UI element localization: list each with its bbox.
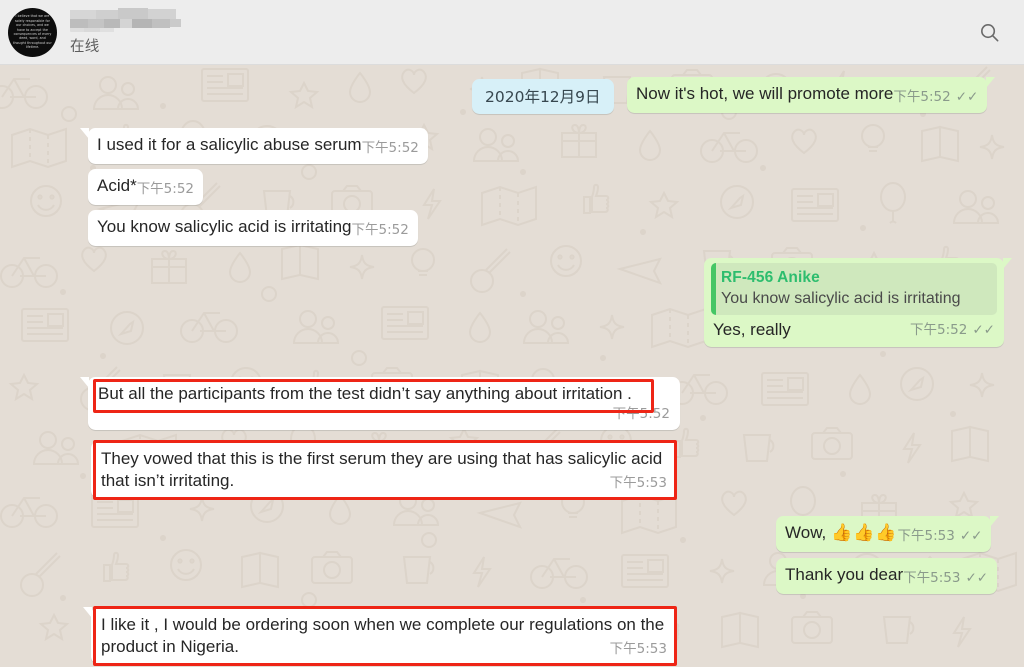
message-text: Thank you dear (785, 565, 904, 584)
message-text: Now it's hot, we will promote more (636, 84, 894, 103)
message-row[interactable]: They vowed that this is the first serum … (91, 441, 677, 498)
thumbs-up-emoji: 👍👍👍 (830, 523, 898, 543)
message-bubble-outgoing[interactable]: Wow, 👍👍👍 下午5:53 ✓✓ (776, 516, 1000, 552)
message-time: 下午5:53 (903, 570, 961, 586)
quote-accent-bar (711, 263, 716, 315)
contact-name-redacted (70, 8, 185, 32)
message-text: I used it for a salicylic abuse serum (97, 135, 362, 154)
message-row[interactable]: Now it's hot, we will promote more 下午5:52… (627, 77, 996, 113)
date-divider: 2020年12月9日 (472, 79, 614, 114)
message-time: 下午5:52 (612, 406, 670, 422)
message-bubble-incoming[interactable]: I like it , I would be ordering soon whe… (83, 607, 677, 664)
quote-author: RF-456 Anike (721, 269, 820, 286)
message-row[interactable]: You know salicylic acid is irritating 下午5… (88, 210, 418, 246)
message-time: 下午5:52 (351, 222, 409, 238)
message-bubble-incoming[interactable]: You know salicylic acid is irritating 下午5… (88, 210, 418, 246)
message-text: Yes, really (713, 320, 791, 339)
message-row[interactable]: But all the participants from the test d… (80, 377, 680, 430)
delivery-ticks-icon: ✓✓ (972, 322, 995, 338)
message-time: 下午5:52 (910, 322, 968, 338)
chat-message-area[interactable]: 2020年12月9日 Now it's hot, we will promote… (0, 65, 1024, 667)
message-meta: 下午5:52 ✓✓ (910, 319, 995, 341)
avatar[interactable]: I believe that we are solely responsible… (8, 7, 57, 57)
avatar-micro-text: I believe that we are solely responsible… (13, 14, 52, 50)
contact-status: 在线 (70, 39, 100, 55)
message-row[interactable]: I used it for a salicylic abuse serum 下午5… (80, 128, 428, 164)
delivery-ticks-icon: ✓✓ (955, 89, 979, 105)
message-meta: 下午5:52 (137, 178, 194, 200)
message-bubble-incoming[interactable]: Acid* 下午5:52 (88, 169, 204, 205)
chat-header: I believe that we are solely responsible… (0, 0, 1024, 65)
search-icon[interactable] (972, 15, 1006, 49)
message-time: 下午5:52 (136, 181, 195, 197)
message-time: 下午5:53 (609, 475, 667, 491)
message-meta: 下午5:52 (98, 403, 670, 425)
message-meta: 下午5:53 ✓✓ (898, 525, 983, 547)
quoted-message[interactable]: RF-456 Anike You know salicylic acid is … (711, 263, 997, 315)
message-meta: 下午5:52 (362, 137, 419, 159)
message-bubble-outgoing[interactable]: Now it's hot, we will promote more 下午5:52… (627, 77, 996, 113)
message-row[interactable]: Wow, 👍👍👍 下午5:53 ✓✓ (776, 516, 1000, 552)
message-text: Acid* (97, 176, 137, 195)
message-row[interactable]: RF-456 Anike You know salicylic acid is … (704, 258, 1012, 347)
message-bubble-incoming[interactable]: I used it for a salicylic abuse serum 下午5… (80, 128, 428, 164)
message-text: You know salicylic acid is irritating (97, 217, 352, 236)
message-bubble-outgoing-quoted[interactable]: RF-456 Anike You know salicylic acid is … (704, 258, 1012, 347)
message-time: 下午5:52 (361, 140, 419, 156)
delivery-ticks-icon: ✓✓ (959, 528, 983, 544)
message-text: Wow, (785, 523, 831, 542)
message-time: 下午5:52 (893, 89, 951, 105)
message-time: 下午5:53 (897, 528, 955, 544)
message-row[interactable]: Thank you dear 下午5:53 ✓✓ (776, 558, 998, 594)
message-bubble-incoming[interactable]: But all the participants from the test d… (80, 377, 680, 430)
delivery-ticks-icon: ✓✓ (965, 570, 989, 586)
message-meta: 下午5:52 (351, 219, 408, 241)
message-bubble-outgoing[interactable]: Thank you dear 下午5:53 ✓✓ (776, 558, 998, 594)
message-text: But all the participants from the test d… (98, 384, 632, 403)
message-bubble-incoming[interactable]: They vowed that this is the first serum … (91, 441, 677, 498)
message-meta: 下午5:53 ✓✓ (903, 567, 988, 589)
message-row[interactable]: Acid* 下午5:52 (88, 169, 204, 205)
message-meta: 下午5:52 ✓✓ (893, 86, 978, 108)
whatsapp-chat-window: I believe that we are solely responsible… (0, 0, 1024, 667)
message-time: 下午5:53 (609, 641, 667, 657)
message-row[interactable]: I like it , I would be ordering soon whe… (83, 607, 677, 664)
header-contact-info[interactable]: 在线 (70, 8, 185, 57)
quote-text: You know salicylic acid is irritating (721, 290, 961, 307)
